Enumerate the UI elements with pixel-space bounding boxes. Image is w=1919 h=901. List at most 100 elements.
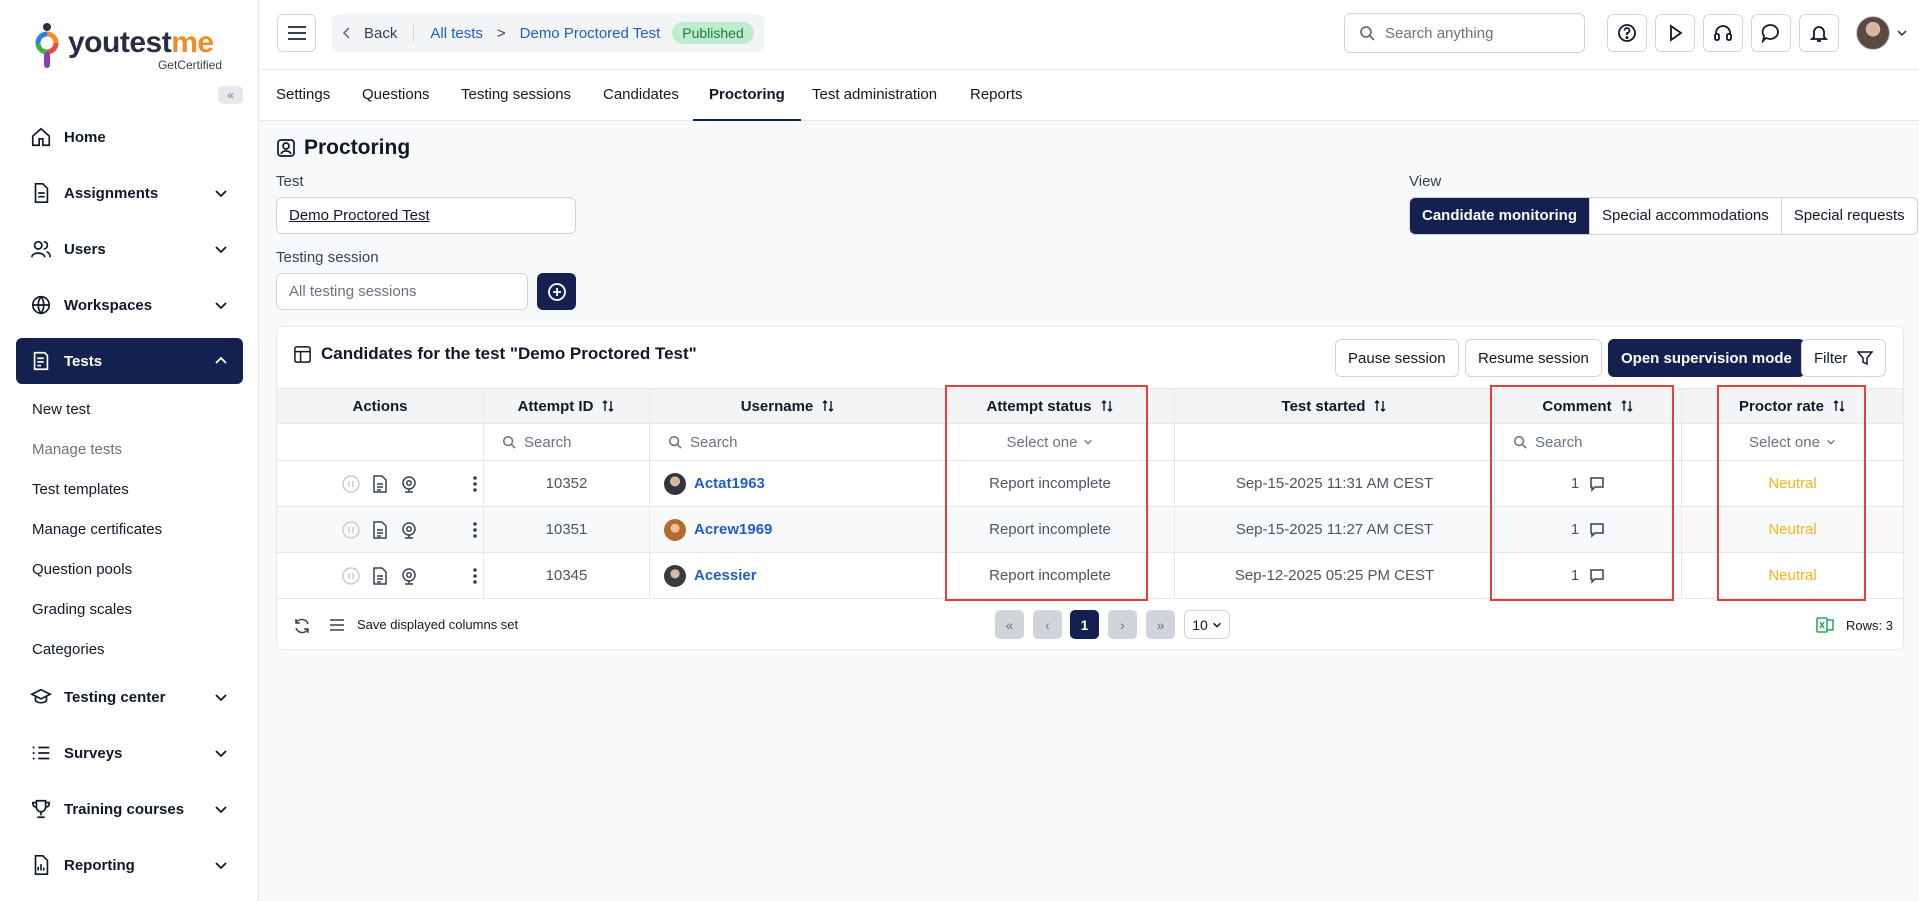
save-columns-button[interactable]: Save displayed columns set (329, 617, 518, 632)
tab-test-administration[interactable]: Test administration (812, 70, 937, 121)
filter-button[interactable]: Filter (1801, 339, 1887, 377)
sidebar-item-surveys[interactable]: Surveys (16, 730, 243, 776)
chevron-down-icon (215, 750, 227, 758)
next-page-button[interactable]: › (1108, 610, 1137, 639)
more-options-icon[interactable] (473, 475, 477, 493)
prev-page-button[interactable]: ‹ (1033, 610, 1062, 639)
excel-export-icon[interactable] (1815, 615, 1835, 635)
help-button[interactable] (1607, 14, 1647, 52)
test-field[interactable]: Demo Proctored Test (276, 197, 576, 234)
collapse-sidebar-button[interactable]: « (218, 86, 243, 104)
webcam-icon[interactable] (400, 475, 418, 493)
logo[interactable]: youtestme GetCertified (34, 20, 234, 76)
more-options-icon[interactable] (473, 521, 477, 539)
filter-username-input[interactable]: Search (650, 424, 926, 460)
highlight-proctor-rate (1717, 385, 1866, 601)
sidebar-item-workspaces[interactable]: Workspaces (16, 282, 243, 328)
testing-session-field[interactable]: All testing sessions (276, 273, 528, 310)
webcam-icon[interactable] (400, 567, 418, 585)
page-title: Proctoring (304, 136, 411, 159)
sidebar-subitem-manage-certificates[interactable]: Manage certificates (32, 521, 162, 538)
sidebar-subitem-manage-tests[interactable]: Manage tests (32, 441, 122, 458)
chevron-down-icon (215, 694, 227, 702)
proctor-icon (277, 139, 295, 157)
pause-icon[interactable] (342, 520, 360, 539)
chevron-down-icon (215, 806, 227, 814)
chevron-up-icon (215, 356, 227, 364)
sidebar-item-home[interactable]: Home (16, 114, 243, 160)
tab-proctoring[interactable]: Proctoring (693, 70, 801, 121)
play-icon (1670, 24, 1683, 42)
username-link[interactable]: Acessier (694, 567, 757, 584)
search-input[interactable]: Search anything (1344, 13, 1585, 53)
sidebar-subitem-new-test[interactable]: New test (32, 401, 90, 418)
sidebar-item-tests[interactable]: Tests (16, 338, 243, 384)
hamburger-icon (287, 26, 306, 40)
sidebar-item-training-courses[interactable]: Training courses (16, 786, 243, 832)
report-document-icon[interactable] (372, 566, 388, 585)
chevron-down-icon (215, 190, 227, 198)
table-footer: Save displayed columns set « ‹ 1 › » 10 … (277, 601, 1903, 651)
report-document-icon[interactable] (372, 520, 388, 539)
sidebar-subitem-question-pools[interactable]: Question pools (32, 561, 132, 578)
plus-circle-icon (547, 282, 566, 301)
pause-icon[interactable] (342, 474, 360, 493)
sidebar-item-reporting[interactable]: Reporting (16, 842, 243, 888)
notifications-button[interactable] (1799, 14, 1839, 52)
add-session-button[interactable] (537, 273, 576, 310)
report-document-icon[interactable] (372, 474, 388, 493)
tab-testing-sessions[interactable]: Testing sessions (461, 70, 571, 121)
row-actions (277, 553, 484, 598)
back-label: Back (364, 24, 398, 42)
play-button[interactable] (1655, 14, 1695, 52)
sidebar-subitem-grading-scales[interactable]: Grading scales (32, 601, 132, 618)
username-link[interactable]: Acrew1969 (694, 521, 772, 538)
column-header-attempt-id[interactable]: Attempt ID (484, 389, 650, 423)
sidebar-item-users[interactable]: Users (16, 226, 243, 272)
search-icon (502, 435, 516, 449)
last-page-button[interactable]: » (1146, 610, 1175, 639)
current-page-button[interactable]: 1 (1070, 610, 1099, 639)
column-header-username[interactable]: Username (650, 389, 926, 423)
breadcrumb-current-test[interactable]: Demo Proctored Test (520, 25, 661, 42)
user-avatar[interactable] (1856, 16, 1890, 50)
test-document-icon (33, 351, 49, 371)
cell-attempt-id: 10345 (484, 553, 650, 598)
first-page-button[interactable]: « (995, 610, 1024, 639)
breadcrumb-all-tests[interactable]: All tests (430, 25, 483, 42)
sidebar-subitem-categories[interactable]: Categories (32, 641, 105, 658)
filter-attempt-id-input[interactable]: Search (484, 424, 650, 460)
tab-candidates[interactable]: Candidates (603, 70, 679, 121)
filter-test-started-empty (1175, 424, 1495, 460)
view-special-accommodations[interactable]: Special accommodations (1589, 198, 1781, 234)
resume-session-button[interactable]: Resume session (1465, 339, 1602, 377)
tab-settings[interactable]: Settings (276, 70, 330, 121)
view-special-requests[interactable]: Special requests (1780, 198, 1917, 234)
sidebar-item-assignments[interactable]: Assignments (16, 170, 243, 216)
refresh-icon[interactable] (293, 617, 311, 635)
tab-reports[interactable]: Reports (970, 70, 1023, 121)
page-size-select[interactable]: 10 (1184, 610, 1230, 639)
support-button[interactable] (1703, 14, 1743, 52)
username-link[interactable]: Actat1963 (694, 475, 765, 492)
pause-session-button[interactable]: Pause session (1335, 339, 1459, 377)
logo-mark-icon (35, 23, 59, 68)
more-options-icon[interactable] (473, 567, 477, 585)
testing-session-label: Testing session (276, 249, 379, 266)
webcam-icon[interactable] (400, 521, 418, 539)
sidebar-item-testing-center[interactable]: Testing center (16, 674, 243, 720)
chat-button[interactable] (1751, 14, 1791, 52)
tab-questions[interactable]: Questions (362, 70, 430, 121)
table-icon (294, 346, 311, 363)
search-placeholder: Search anything (1385, 24, 1494, 42)
globe-icon (31, 295, 51, 315)
view-candidate-monitoring[interactable]: Candidate monitoring (1410, 198, 1589, 234)
hamburger-menu-button[interactable] (277, 14, 316, 52)
sidebar-subitem-test-templates[interactable]: Test templates (32, 481, 129, 498)
chevron-down-icon[interactable] (1896, 27, 1908, 39)
column-header-test-started[interactable]: Test started (1175, 389, 1495, 423)
users-icon (31, 240, 51, 258)
back-button[interactable]: Back (342, 24, 415, 42)
open-supervision-mode-button[interactable]: Open supervision mode (1608, 339, 1805, 377)
pause-icon[interactable] (342, 566, 360, 585)
